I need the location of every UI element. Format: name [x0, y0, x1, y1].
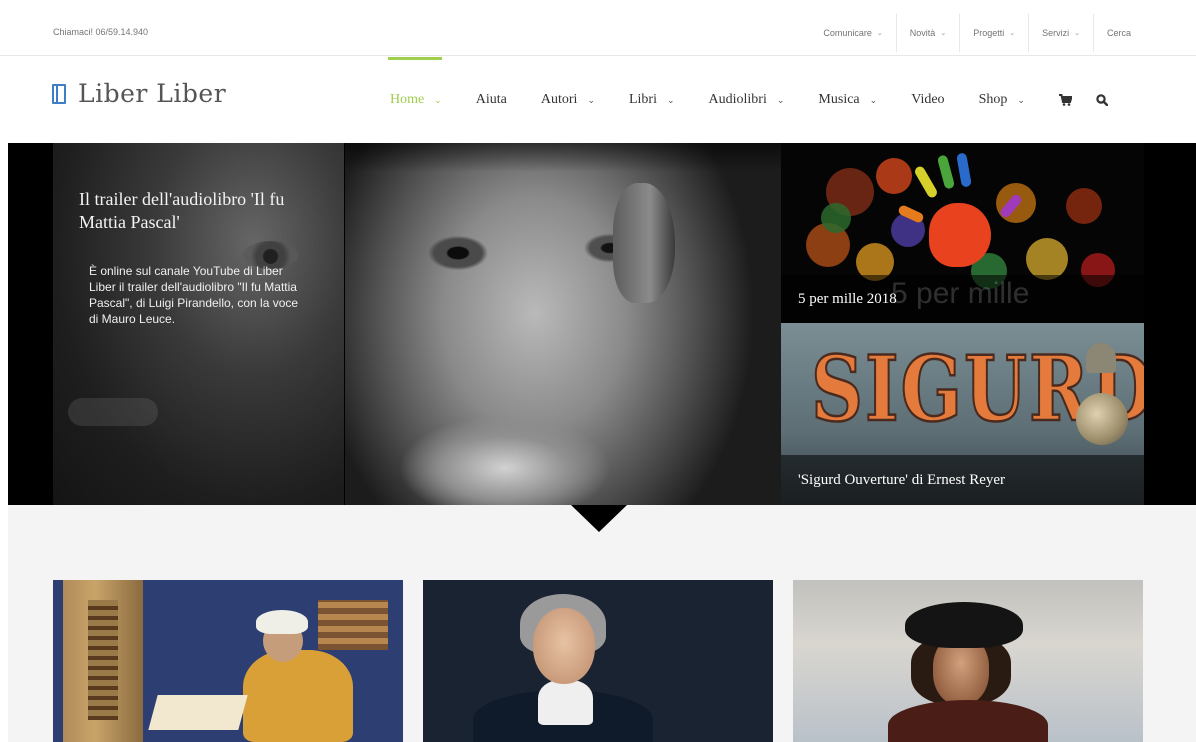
- top-bar: Chiamaci! 06/59.14.940 Comunicare ⌄ Novi…: [0, 0, 1196, 56]
- portrait-body: [888, 700, 1048, 742]
- chevron-down-icon: ⌄: [876, 30, 883, 37]
- card-kant-portrait[interactable]: [423, 580, 773, 742]
- site-logo[interactable]: Liber Liber: [52, 79, 226, 108]
- helmet-illustration: [1086, 343, 1116, 373]
- nav-label: Shop: [978, 92, 1008, 107]
- chevron-down-icon: ⌄: [666, 94, 675, 105]
- side-item-5-per-mille[interactable]: 5 per mille 5 per mille 2018: [781, 143, 1144, 323]
- top-nav-comunicare[interactable]: Comunicare ⌄: [810, 14, 895, 52]
- nav-item-libri[interactable]: Libri ⌄: [629, 57, 675, 143]
- hero-slider: Il trailer dell'audiolibro 'Il fu Mattia…: [8, 143, 1196, 505]
- chevron-down-icon: ⌄: [587, 94, 595, 105]
- chevron-down-icon: ⌄: [776, 94, 785, 105]
- portrait-ear: [613, 183, 675, 303]
- main-nav: Home ⌄ Aiuta Autori ⌄ Libri ⌄ Audiolibri…: [388, 57, 1132, 143]
- hand-finger: [956, 152, 972, 188]
- slider-pointer: [571, 505, 627, 532]
- chevron-down-icon: ⌄: [1017, 94, 1025, 105]
- caption-ghost-text: 5 per mille: [891, 277, 1030, 310]
- side-item-caption[interactable]: 5 per mille 5 per mille 2018: [781, 275, 1144, 323]
- nav-item-home[interactable]: Home ⌄: [388, 57, 442, 143]
- portrait-hat: [905, 602, 1023, 648]
- nav-label: Musica: [818, 92, 860, 107]
- pirandello-portrait[interactable]: [345, 143, 781, 505]
- painting-book: [148, 695, 248, 730]
- nav-label: Aiuta: [475, 92, 507, 107]
- nav-item-shop[interactable]: Shop ⌄: [979, 57, 1025, 143]
- nav-label: Audiolibri: [708, 92, 767, 107]
- top-nav-label: Servizi: [1042, 28, 1070, 38]
- top-nav-servizi[interactable]: Servizi ⌄: [1028, 14, 1093, 52]
- chevron-down-icon: ⌄: [1074, 30, 1080, 37]
- chevron-down-icon: ⌄: [1009, 30, 1016, 37]
- featured-slide-panel[interactable]: Il trailer dell'audiolibro 'Il fu Mattia…: [53, 143, 344, 505]
- search-icon[interactable]: [1096, 57, 1108, 143]
- painting-arch: [63, 580, 143, 742]
- nav-label: Home: [390, 92, 425, 107]
- bokeh-light: [876, 158, 912, 194]
- caption-text: 'Sigurd Ouverture' di Ernest Reyer: [798, 471, 1006, 488]
- painting-shelf: [318, 600, 388, 650]
- bokeh-light: [821, 203, 851, 233]
- book-icon: [52, 83, 66, 104]
- bokeh-light: [1066, 188, 1102, 224]
- nav-label: Video: [911, 92, 945, 107]
- card-scholar-painting[interactable]: [53, 580, 403, 742]
- shield-illustration: [1076, 393, 1128, 445]
- caption-text: 5 per mille 2018: [798, 290, 897, 307]
- featured-text: È online sul canale YouTube di Liber Lib…: [89, 264, 299, 326]
- logo-text: Liber Liber: [78, 79, 227, 108]
- painting-turban: [256, 610, 308, 634]
- painting-figure: [243, 650, 353, 742]
- card-renaissance-portrait[interactable]: [793, 580, 1143, 742]
- nav-label: Autori: [540, 92, 578, 107]
- hand-logo: [929, 203, 991, 267]
- nav-item-audiolibri[interactable]: Audiolibri ⌄: [709, 57, 785, 143]
- featured-title[interactable]: Il trailer dell'audiolibro 'Il fu Mattia…: [79, 188, 329, 234]
- top-nav-label: Comunicare: [823, 28, 872, 38]
- phone-number: Chiamaci! 06/59.14.940: [53, 27, 149, 37]
- nav-item-aiuta[interactable]: Aiuta: [476, 57, 507, 143]
- portrait-collar: [538, 680, 593, 725]
- top-nav-label: Cerca: [1106, 28, 1131, 38]
- main-header: Liber Liber Home ⌄ Aiuta Autori ⌄ Libri …: [0, 57, 1196, 143]
- hand-finger: [936, 154, 956, 190]
- top-nav-label: Novità: [909, 28, 936, 38]
- nav-item-musica[interactable]: Musica ⌄: [818, 57, 877, 143]
- hand-finger: [913, 164, 939, 200]
- cart-icon[interactable]: [1058, 57, 1072, 143]
- chevron-down-icon: ⌄: [434, 94, 442, 105]
- top-nav-progetti[interactable]: Progetti ⌄: [959, 14, 1028, 52]
- nav-item-autori[interactable]: Autori ⌄: [541, 57, 595, 143]
- top-nav-label: Progetti: [973, 28, 1005, 38]
- side-item-caption[interactable]: 'Sigurd Ouverture' di Ernest Reyer: [781, 455, 1144, 505]
- chevron-down-icon: ⌄: [940, 30, 947, 37]
- chevron-down-icon: ⌄: [869, 94, 878, 105]
- portrait-face: [533, 608, 595, 684]
- nav-label: Libri: [628, 92, 657, 107]
- bokeh-light: [1026, 238, 1068, 280]
- nav-item-video[interactable]: Video: [911, 57, 944, 143]
- decorative-shape: [68, 398, 158, 426]
- top-nav-novita[interactable]: Novità ⌄: [895, 14, 959, 52]
- top-nav: Comunicare ⌄ Novità ⌄ Progetti ⌄ Servizi…: [810, 14, 1144, 52]
- top-nav-cerca[interactable]: Cerca: [1092, 14, 1144, 52]
